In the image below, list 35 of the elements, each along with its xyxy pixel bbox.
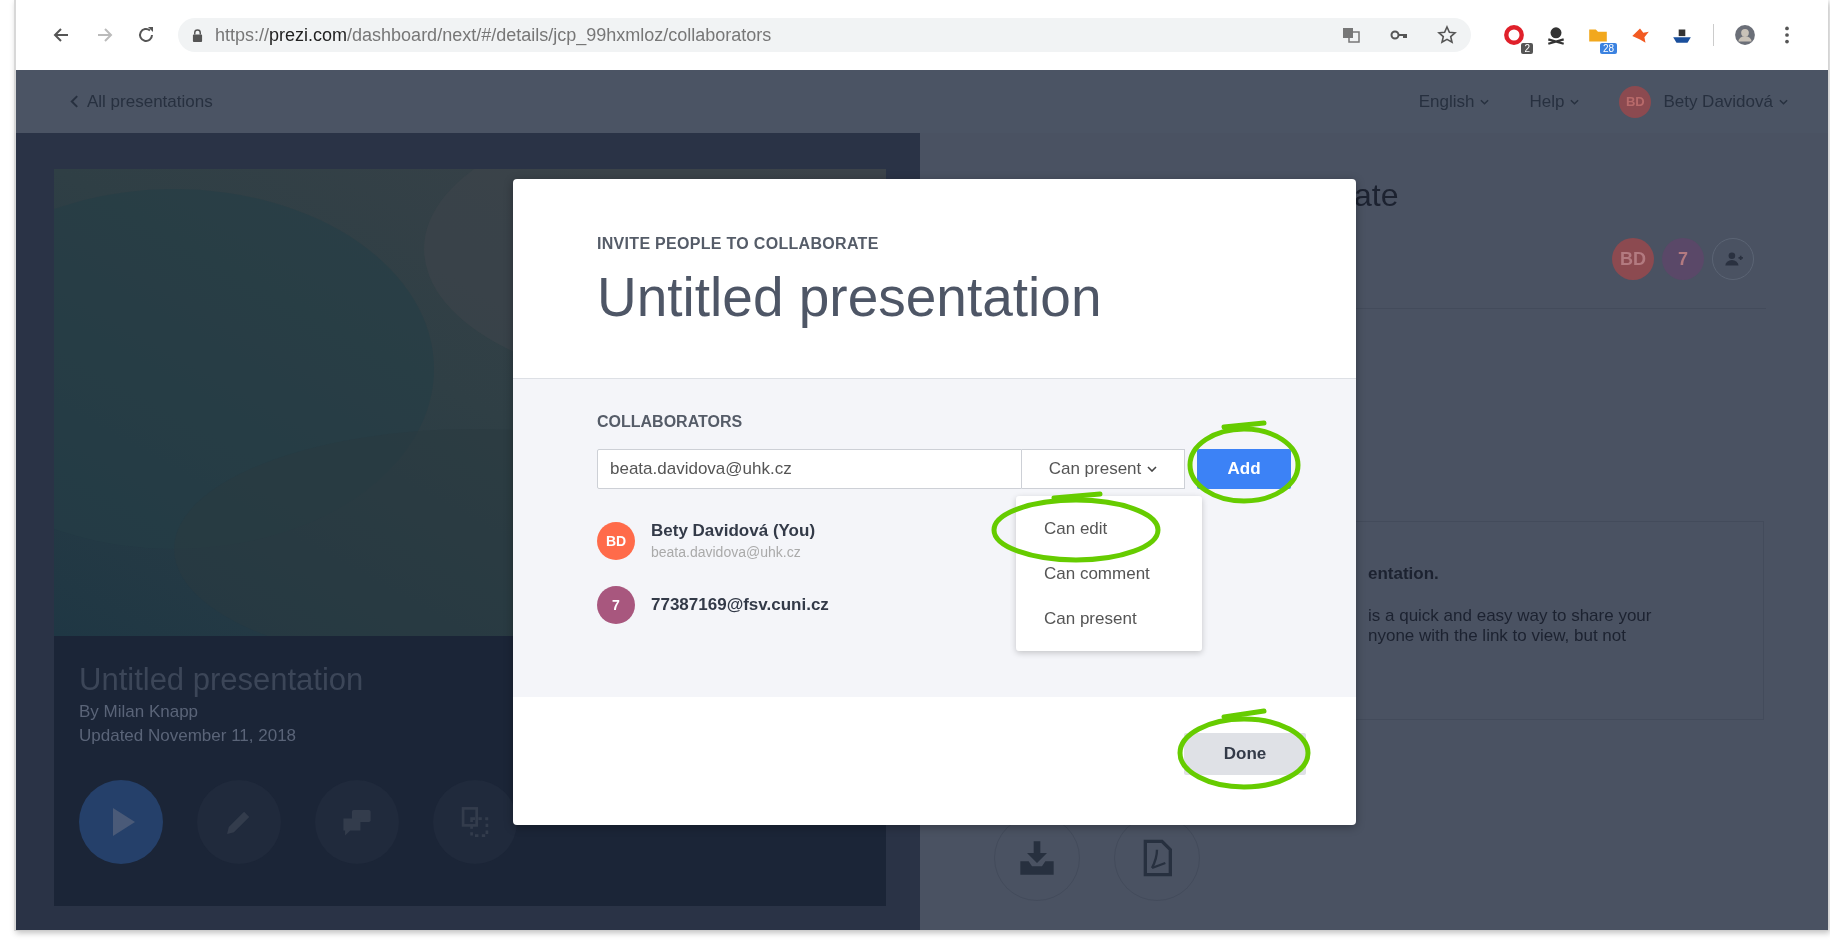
caret-icon	[1570, 98, 1580, 105]
translate-icon[interactable]	[1341, 25, 1361, 45]
caret-icon	[1480, 98, 1490, 105]
download-icon	[1017, 838, 1057, 878]
email-field[interactable]: beata.davidova@uhk.cz	[597, 449, 1022, 489]
skull-icon[interactable]	[1545, 24, 1567, 46]
menu-option[interactable]: Can edit	[1016, 506, 1202, 551]
author-text: By Milan Knapp	[79, 702, 200, 722]
caret-icon	[1779, 98, 1788, 105]
collaborator-name: 77387169@fsv.cuni.cz	[651, 595, 829, 615]
collaborator-email: beata.davidova@uhk.cz	[651, 544, 802, 560]
collaborator-avatar: 7	[1662, 238, 1704, 280]
menu-option[interactable]: Can comment	[1016, 551, 1202, 596]
done-button[interactable]: Done	[1184, 733, 1306, 775]
lock-icon	[192, 28, 203, 42]
permission-dropdown[interactable]: Can present	[1022, 449, 1185, 489]
dialog-eyebrow: INVITE PEOPLE TO COLLABORATE	[597, 235, 880, 253]
section-label: COLLABORATORS	[597, 413, 744, 431]
address-bar[interactable]: https://prezi.com/dashboard/next/#/details/jcp_99hxmloz/collaborators	[178, 18, 1471, 52]
count-badge: 2	[1521, 43, 1533, 54]
collaborator-avatar: BD	[597, 521, 635, 560]
star-icon[interactable]	[1437, 25, 1457, 45]
collaborator-avatar: 7	[597, 586, 635, 624]
url-text: https://prezi.com/dashboard/next/#/details/jcp_99hxmloz/collaborators	[215, 24, 773, 46]
profile-avatar-icon[interactable]	[1734, 24, 1756, 46]
count-badge: 28	[1599, 43, 1617, 54]
chevron-left-icon	[70, 95, 79, 108]
reload-icon[interactable]	[136, 25, 156, 45]
caret-icon	[1147, 466, 1158, 472]
dialog-title: Untitled presentation	[597, 265, 1103, 329]
ring-icon[interactable]	[1503, 24, 1525, 46]
menu-option[interactable]: Can present	[1016, 596, 1202, 641]
updated-date: Updated November 11, 2018	[79, 726, 298, 746]
collaborator-name: Bety Davidová (You)	[651, 521, 816, 541]
add-button[interactable]: Add	[1197, 449, 1291, 489]
